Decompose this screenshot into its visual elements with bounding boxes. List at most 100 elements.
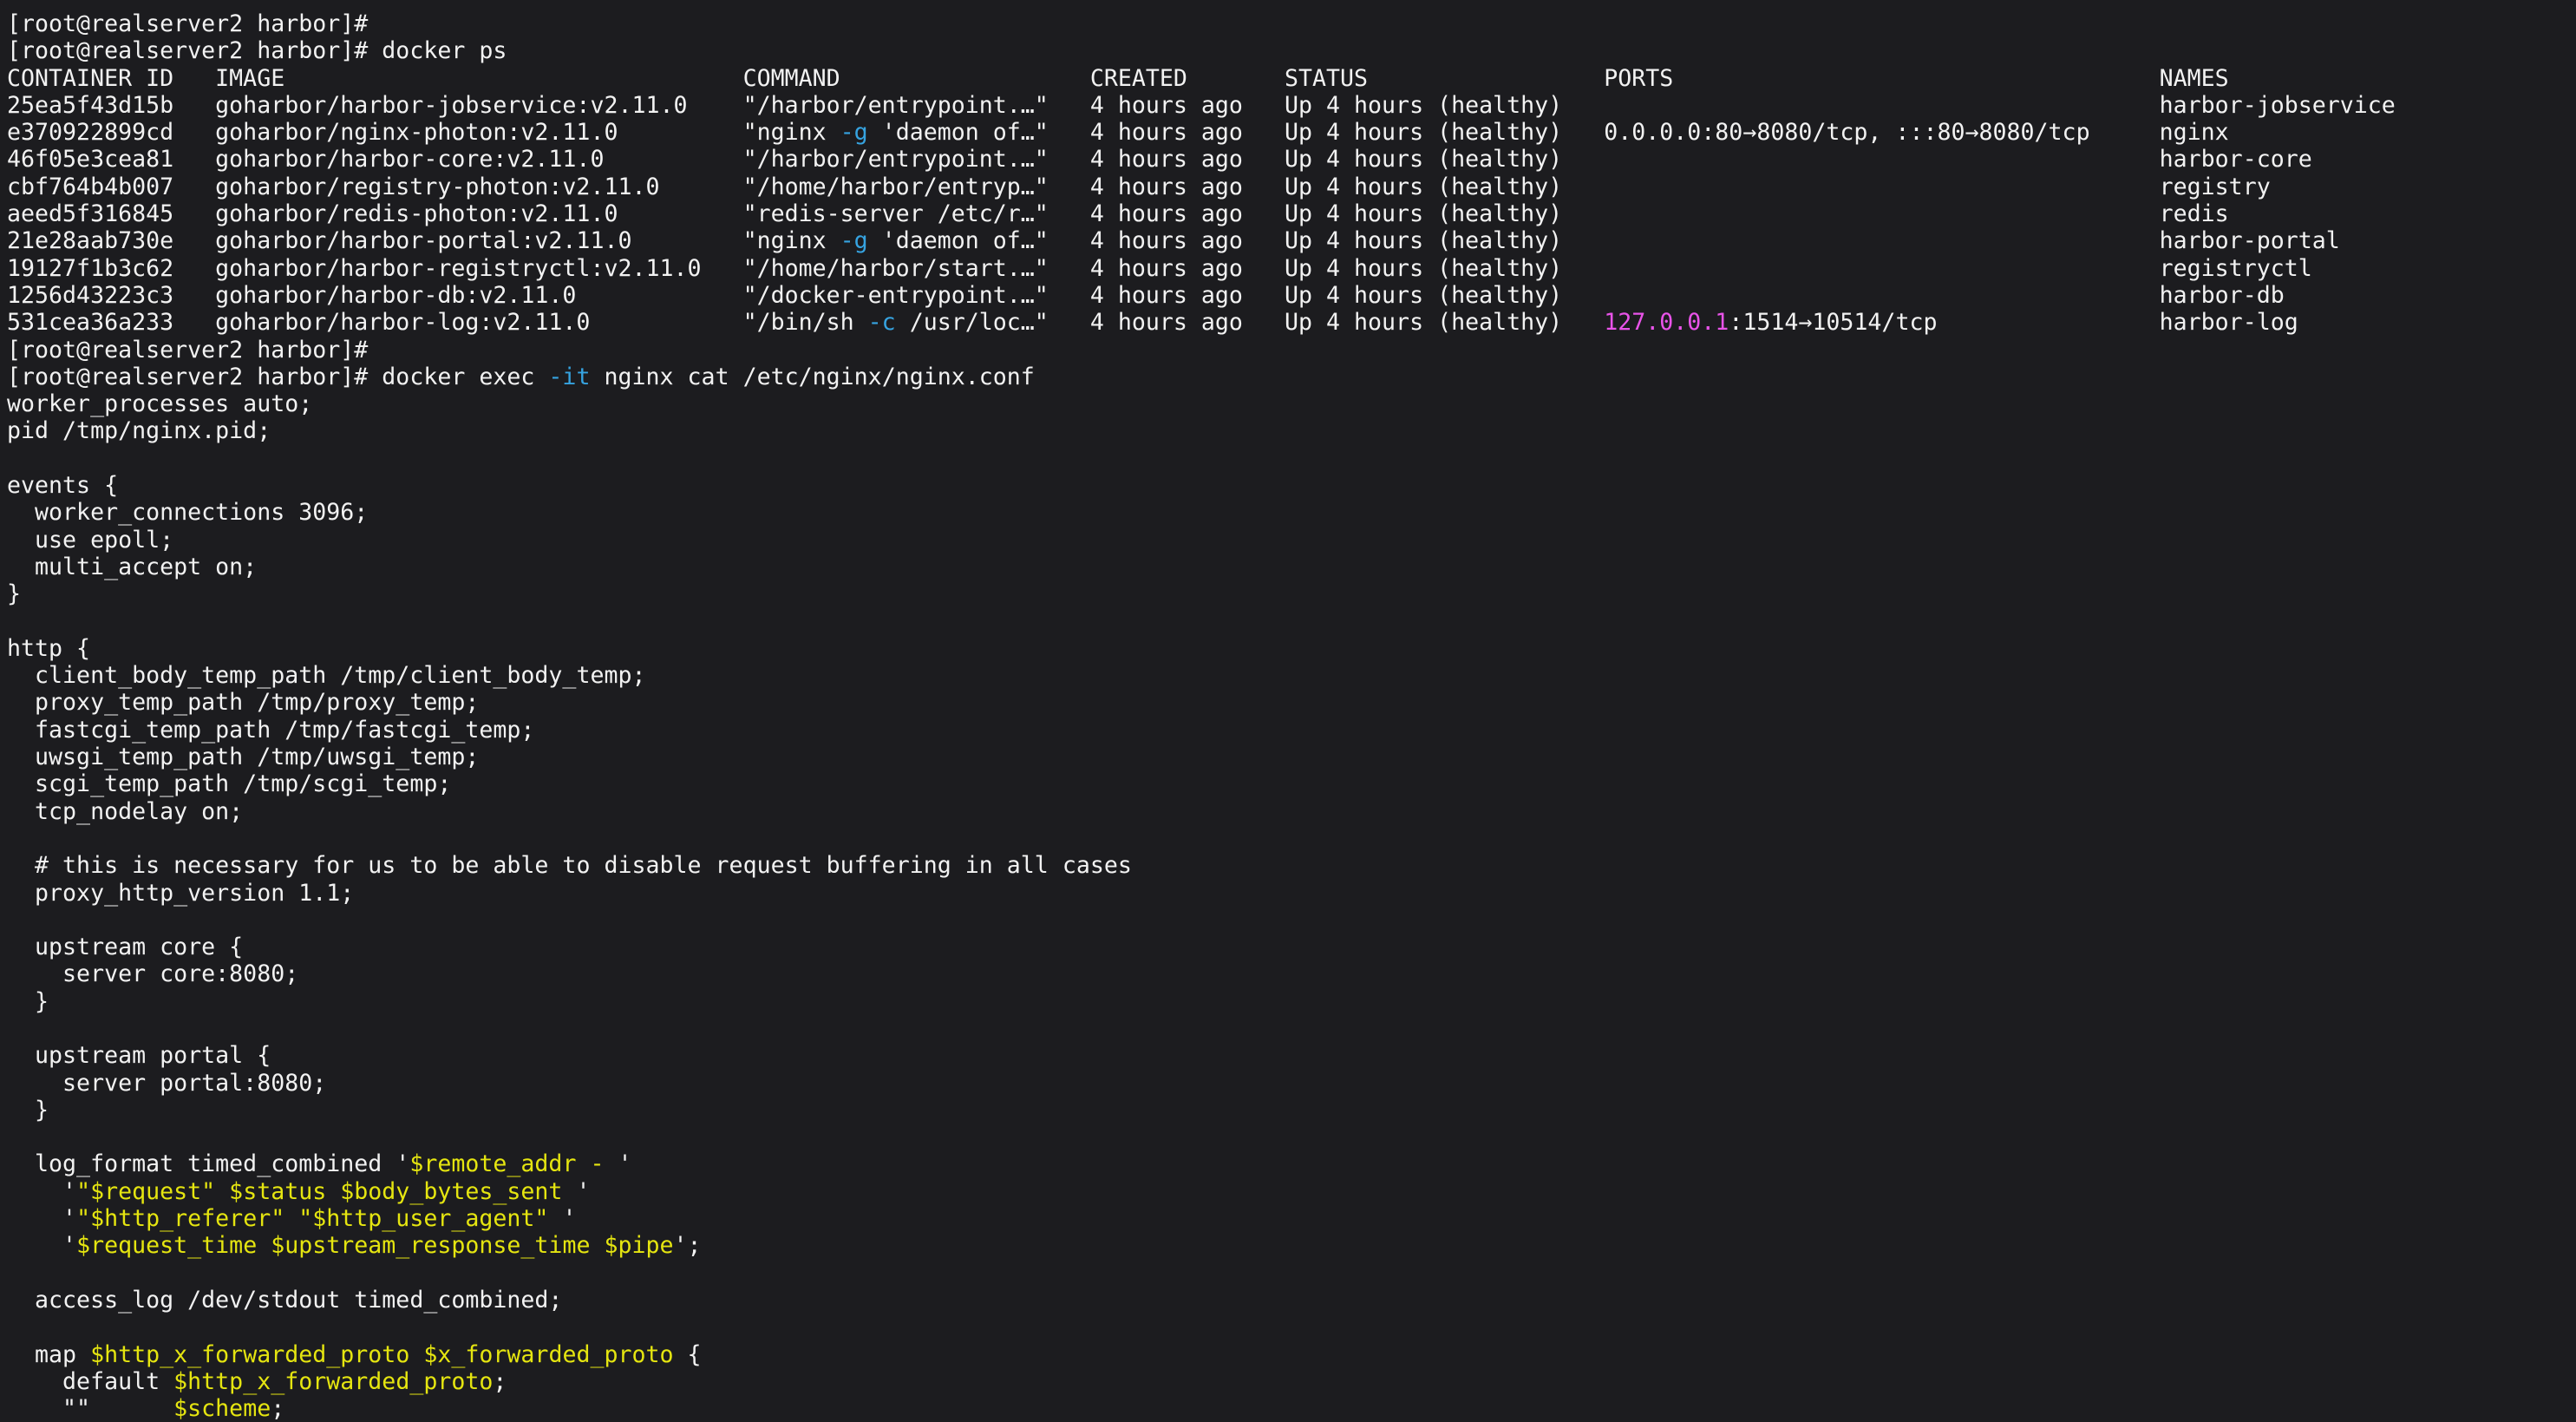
terminal-text-segment: $scheme (173, 1395, 271, 1422)
docker-ps-cell-container-id: 531cea36a233 (7, 309, 215, 336)
terminal-text-segment: 'daemon of…" (868, 119, 1049, 146)
docker-ps-cell-created: 4 hours ago (1090, 255, 1285, 282)
docker-ps-cell-names: nginx (2160, 119, 2576, 146)
docker-ps-cell-container-id: cbf764b4b007 (7, 174, 215, 200)
conf-line: } (7, 580, 2576, 607)
docker-ps-cell-command: "/docker-entrypoint.…" (743, 282, 1090, 309)
conf-line: events { (7, 472, 2576, 499)
terminal-text-segment: [root@realserver2 harbor]# docker exec (7, 364, 548, 390)
docker-ps-cell-ports: 0.0.0.0:80→8080/tcp, :::80→8080/tcp (1604, 119, 2159, 146)
terminal-text-segment: "/home/harbor/start.…" (743, 255, 1049, 282)
terminal-text-segment: ' (576, 1178, 590, 1205)
terminal-text-segment: default (7, 1368, 173, 1395)
terminal-text-segment: upstream portal { (7, 1042, 271, 1069)
docker-ps-cell-names: harbor-jobservice (2160, 92, 2576, 119)
terminal-screen[interactable]: [root@realserver2 harbor]#[root@realserv… (0, 0, 2576, 1422)
docker-ps-cell-container-id: 25ea5f43d15b (7, 92, 215, 119)
terminal-text-segment: events { (7, 472, 118, 499)
terminal-text-segment: $remote_addr - (409, 1150, 618, 1177)
terminal-text-segment: } (7, 580, 21, 607)
conf-line: fastcgi_temp_path /tmp/fastcgi_temp; (7, 717, 2576, 744)
docker-ps-cell-created: 4 hours ago (1090, 282, 1285, 309)
shell-prompt: [root@realserver2 harbor]# (7, 10, 2576, 37)
docker-ps-cell-ports: 127.0.0.1:1514→10514/tcp (1604, 309, 2159, 336)
docker-ps-cell-ports (1604, 255, 2159, 282)
docker-ps-cell-created: 4 hours ago (1090, 174, 1285, 200)
terminal-text-segment: server core:8080; (7, 960, 298, 987)
terminal-text-segment: worker_processes auto; (7, 390, 312, 417)
conf-line: proxy_http_version 1.1; (7, 880, 2576, 907)
conf-line: pid /tmp/nginx.pid; (7, 417, 2576, 444)
conf-line: worker_processes auto; (7, 390, 2576, 417)
docker-ps-cell-image: goharbor/redis-photon:v2.11.0 (215, 200, 742, 227)
terminal-text-segment: ' (562, 1205, 576, 1232)
conf-line: '"$http_referer" "$http_user_agent" ' (7, 1205, 2576, 1232)
docker-ps-cell-ports (1604, 92, 2159, 119)
terminal-conf-lines: [root@realserver2 harbor]#[root@realserv… (7, 337, 2576, 1422)
docker-ps-cell-command: "nginx -g 'daemon of…" (743, 119, 1090, 146)
docker-ps-header-created: CREATED (1090, 65, 1285, 92)
terminal-text-segment: "/home/harbor/entryp…" (743, 174, 1049, 200)
terminal-text-segment: log_format timed_combined ' (7, 1150, 409, 1177)
docker-ps-cell-command: "/bin/sh -c /usr/loc…" (743, 309, 1090, 336)
terminal-text-segment: ' (618, 1150, 632, 1177)
docker-ps-cell-ports (1604, 282, 2159, 309)
docker-ps-cell-ports (1604, 200, 2159, 227)
blank-line (7, 445, 2576, 472)
docker-ps-header-names: NAMES (2160, 65, 2576, 92)
docker-ps-cell-image: goharbor/harbor-db:v2.11.0 (215, 282, 742, 309)
conf-line: } (7, 988, 2576, 1015)
docker-ps-cell-command: "redis-server /etc/r…" (743, 200, 1090, 227)
docker-ps-cell-status: Up 4 hours (healthy) (1285, 309, 1604, 336)
conf-line: upstream portal { (7, 1042, 2576, 1069)
docker-ps-cell-status: Up 4 hours (healthy) (1285, 146, 1604, 173)
conf-line: } (7, 1097, 2576, 1124)
conf-line: http { (7, 635, 2576, 662)
terminal-text-segment: $x_forwarded_proto (423, 1341, 673, 1368)
docker-ps-header-ports: PORTS (1604, 65, 2159, 92)
blank-line (7, 608, 2576, 635)
docker-ps-cell-status: Up 4 hours (healthy) (1285, 200, 1604, 227)
terminal-text-segment: "/docker-entrypoint.…" (743, 282, 1049, 309)
terminal-text-segment: # this is necessary for us to be able to… (7, 852, 1132, 879)
conf-line: "" $scheme; (7, 1395, 2576, 1422)
docker-ps-cell-container-id: 46f05e3cea81 (7, 146, 215, 173)
conf-line: worker_connections 3096; (7, 499, 2576, 526)
terminal-text-segment: $request_time $upstream_response_time $p… (76, 1232, 673, 1259)
terminal-text-segment: "/bin/sh (743, 309, 868, 336)
docker-ps-cell-created: 4 hours ago (1090, 227, 1285, 254)
docker-ps-header-command: COMMAND (743, 65, 1090, 92)
conf-line: '$request_time $upstream_response_time $… (7, 1232, 2576, 1259)
blank-line (7, 825, 2576, 852)
docker-ps-cell-status: Up 4 hours (healthy) (1285, 119, 1604, 146)
docker-ps-cell-command: "/home/harbor/start.…" (743, 255, 1090, 282)
docker-ps-cell-command: "/harbor/entrypoint.…" (743, 146, 1090, 173)
terminal-text-segment: ; (271, 1395, 284, 1422)
terminal-text-segment: "/harbor/entrypoint.…" (743, 92, 1049, 119)
blank-line (7, 1314, 2576, 1340)
terminal-text-segment: [root@realserver2 harbor]# docker ps (7, 37, 507, 64)
docker-ps-header-image: IMAGE (215, 65, 742, 92)
docker-ps-cell-status: Up 4 hours (healthy) (1285, 255, 1604, 282)
docker-ps-cell-image: goharbor/harbor-portal:v2.11.0 (215, 227, 742, 254)
docker-ps-cell-container-id: e370922899cd (7, 119, 215, 146)
blank-line (7, 1124, 2576, 1150)
terminal-text-segment: map (7, 1341, 90, 1368)
docker-ps-cell-container-id: 21e28aab730e (7, 227, 215, 254)
terminal-text-segment: -g (840, 227, 868, 254)
terminal-text-segment: ' (7, 1178, 76, 1205)
terminal-text-segment: access_log /dev/stdout timed_combined; (7, 1287, 562, 1314)
terminal-text-segment: "" (7, 1395, 173, 1422)
shell-command-docker-exec: [root@realserver2 harbor]# docker exec -… (7, 364, 2576, 390)
terminal-text-segment: proxy_temp_path /tmp/proxy_temp; (7, 689, 479, 716)
conf-line: '"$request" $status $body_bytes_sent ' (7, 1178, 2576, 1205)
docker-ps-cell-status: Up 4 hours (healthy) (1285, 227, 1604, 254)
conf-line: tcp_nodelay on; (7, 798, 2576, 825)
terminal-text-segment: 0.0.0.0:80→8080/tcp, :::80→8080/tcp (1604, 119, 2089, 146)
terminal-text-segment: 127.0.0.1 (1604, 309, 1729, 336)
docker-ps-cell-container-id: 19127f1b3c62 (7, 255, 215, 282)
docker-ps-cell-created: 4 hours ago (1090, 119, 1285, 146)
conf-line: proxy_temp_path /tmp/proxy_temp; (7, 689, 2576, 716)
terminal-text-segment: ' (7, 1232, 76, 1259)
terminal-text-segment: $http_x_forwarded_proto (90, 1341, 409, 1368)
